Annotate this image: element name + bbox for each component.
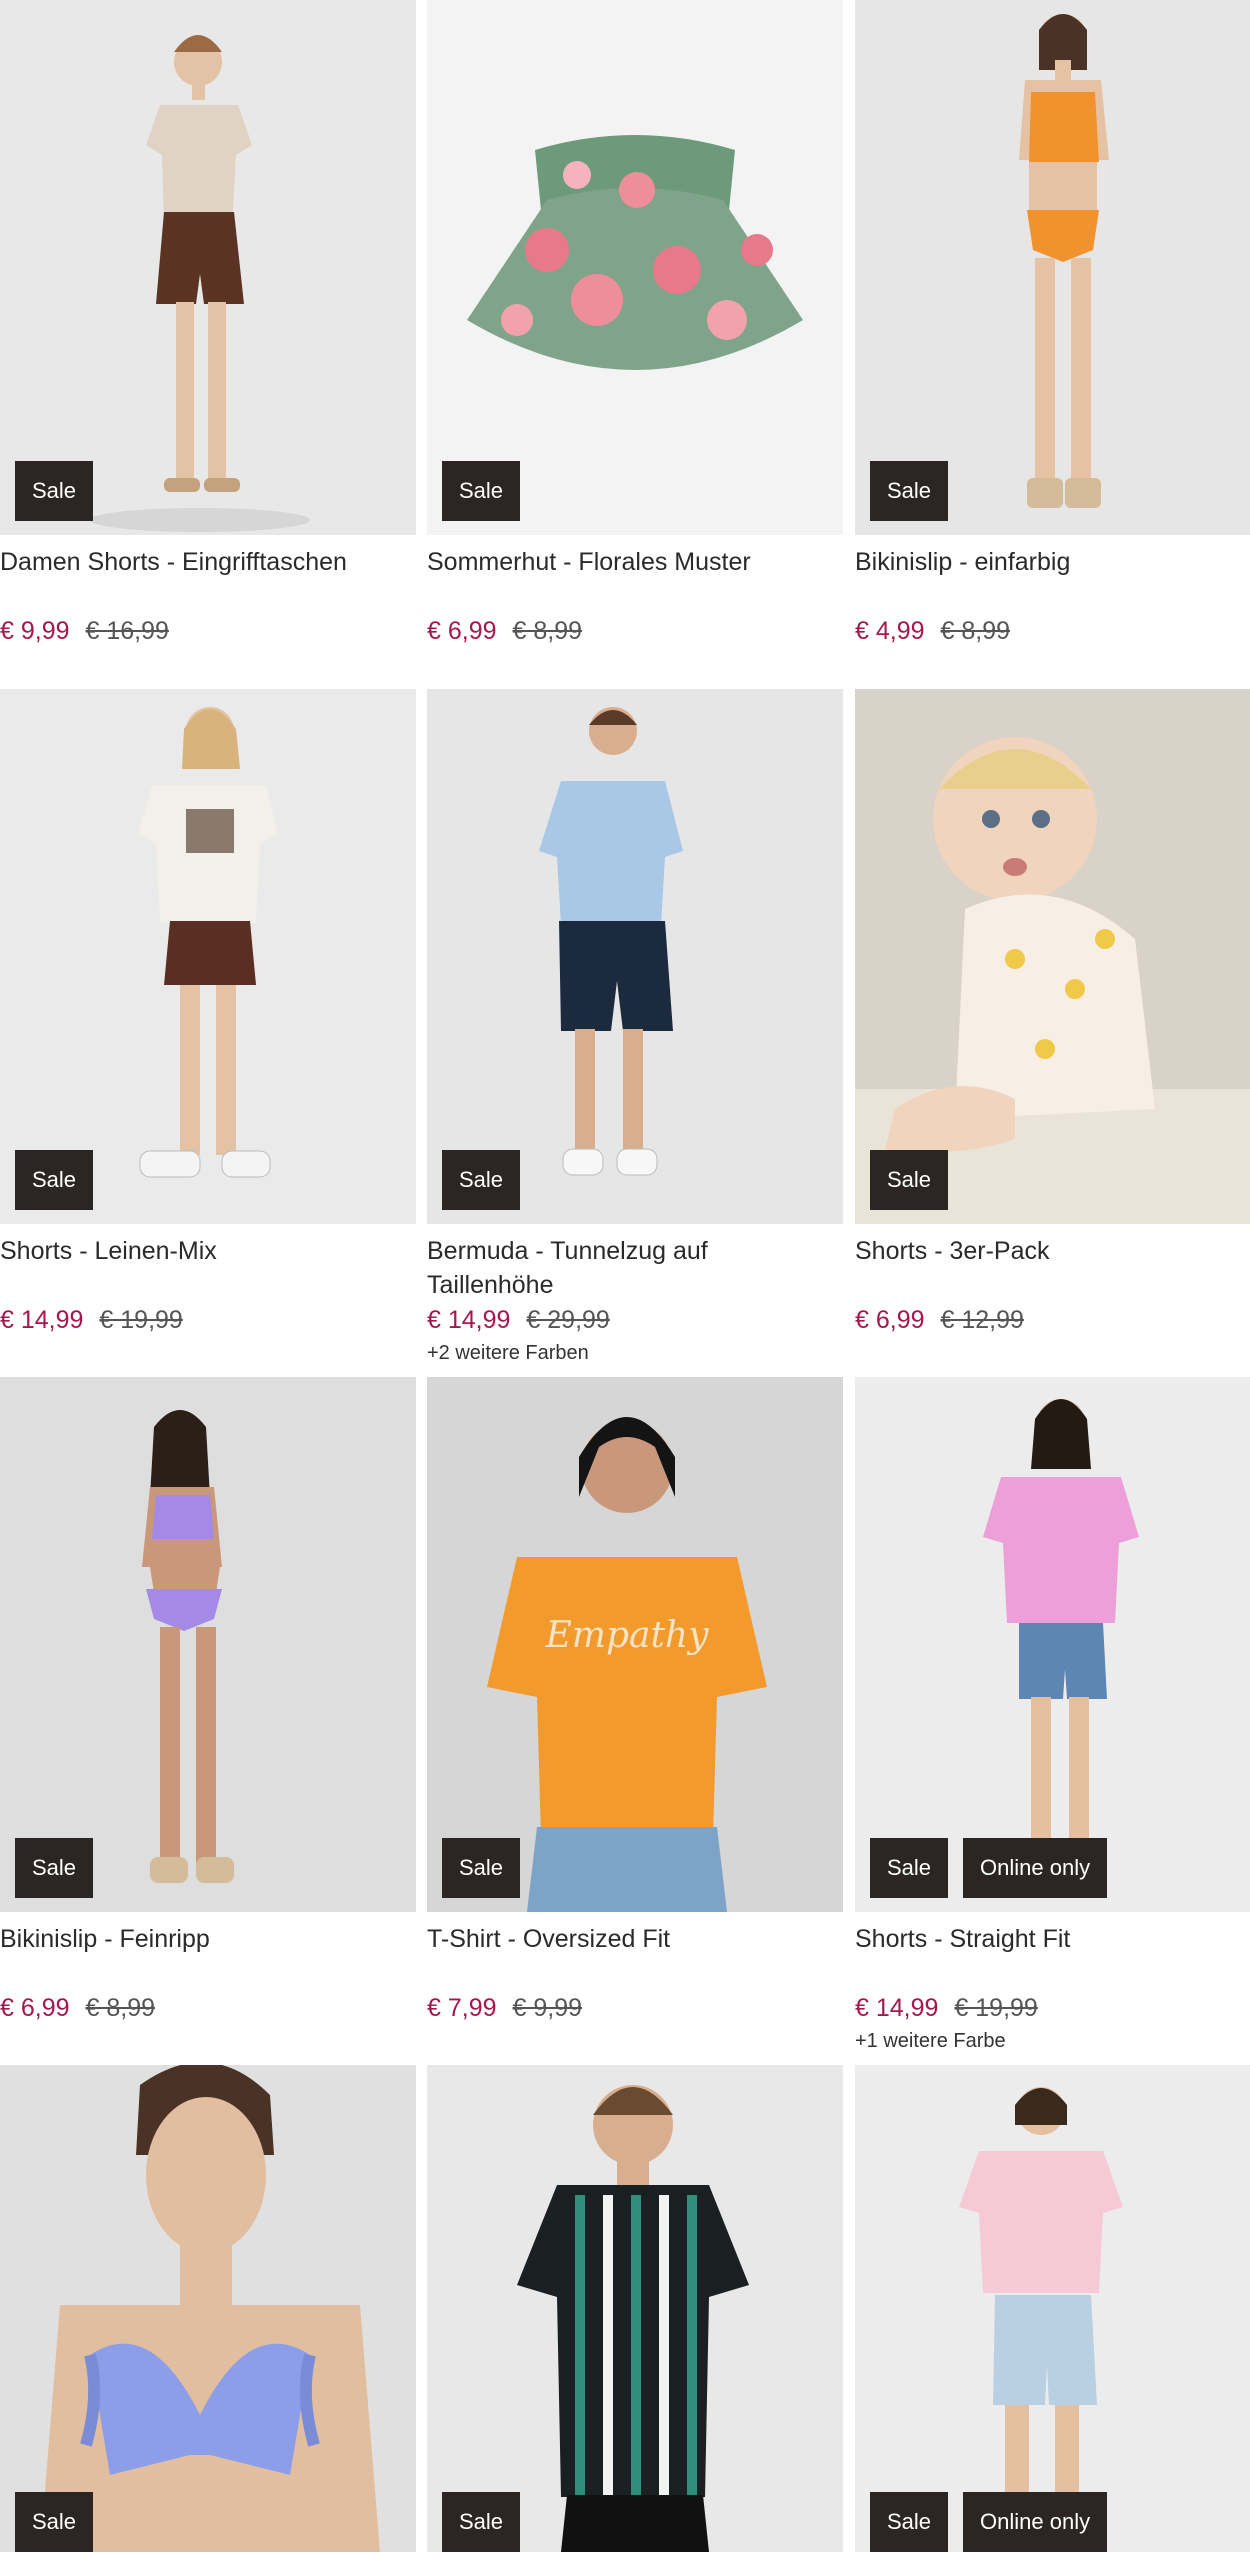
product-title[interactable]: T-Shirt - Oversized Fit — [427, 1922, 837, 1956]
online-only-badge: Online only — [963, 1838, 1108, 1898]
more-colors-link[interactable]: +2 weitere Farben — [427, 1340, 589, 1366]
product-image[interactable]: Sale — [855, 0, 1250, 535]
product-title[interactable]: Sommerhut - Florales Muster — [427, 545, 837, 579]
sale-badge: Sale — [870, 1150, 949, 1210]
sale-badge: Sale — [442, 1838, 521, 1898]
sale-badge: Sale — [15, 1838, 94, 1898]
sale-badge: Sale — [442, 1150, 521, 1210]
product-title[interactable]: Bikinislip - einfarbig — [855, 545, 1250, 579]
original-price: € 16,99 — [85, 617, 169, 645]
product-title[interactable]: Damen Shorts - Eingrifftaschen — [0, 545, 410, 579]
sale-badge: Sale — [870, 2492, 949, 2552]
sale-badge: Sale — [15, 1150, 94, 1210]
price-row: € 6,99 € 12,99 — [855, 1303, 1024, 1337]
price-row: € 14,99 € 29,99 — [427, 1303, 610, 1337]
current-price: € 7,99 — [427, 1994, 497, 2022]
price-row: € 9,99 € 16,99 — [0, 614, 169, 648]
price-row: € 6,99 € 8,99 — [0, 1991, 155, 2025]
original-price: € 19,99 — [954, 1994, 1038, 2022]
product-title[interactable]: Shorts - 3er-Pack — [855, 1234, 1250, 1268]
current-price: € 4,99 — [855, 617, 925, 645]
original-price: € 8,99 — [512, 617, 583, 645]
product-image[interactable]: Sale — [0, 689, 416, 1224]
product-image[interactable]: Sale — [427, 689, 843, 1224]
original-price: € 9,99 — [512, 1994, 583, 2022]
current-price: € 14,99 — [855, 1994, 939, 2022]
product-title[interactable]: Bikinislip - Feinripp — [0, 1922, 410, 1956]
product-image[interactable]: Empathy Sale — [427, 1377, 843, 1912]
current-price: € 6,99 — [855, 1306, 925, 1334]
product-image[interactable]: Sale — [427, 0, 843, 535]
current-price: € 14,99 — [427, 1306, 511, 1334]
sale-badge: Sale — [870, 461, 949, 521]
current-price: € 6,99 — [427, 617, 497, 645]
product-image[interactable]: Sale — [855, 689, 1250, 1224]
sale-badge: Sale — [15, 461, 94, 521]
product-title[interactable]: Bermuda - Tunnelzug auf Taillenhöhe — [427, 1234, 837, 1302]
sale-badge: Sale — [15, 2492, 94, 2552]
sale-badge: Sale — [442, 2492, 521, 2552]
product-image[interactable]: Sale — [0, 2065, 416, 2552]
product-image[interactable]: Sale Online only — [855, 2065, 1250, 2552]
sale-badge: Sale — [442, 461, 521, 521]
original-price: € 8,99 — [85, 1994, 156, 2022]
product-title[interactable]: Shorts - Leinen-Mix — [0, 1234, 410, 1268]
online-only-badge: Online only — [963, 2492, 1108, 2552]
price-row: € 14,99 € 19,99 — [0, 1303, 183, 1337]
sale-badge: Sale — [870, 1838, 949, 1898]
more-colors-link[interactable]: +1 weitere Farbe — [855, 2028, 1006, 2054]
current-price: € 6,99 — [0, 1994, 70, 2022]
price-row: € 14,99 € 19,99 — [855, 1991, 1038, 2025]
original-price: € 8,99 — [940, 617, 1011, 645]
current-price: € 14,99 — [0, 1306, 84, 1334]
price-row: € 6,99 € 8,99 — [427, 614, 582, 648]
current-price: € 9,99 — [0, 617, 70, 645]
product-image[interactable]: Sale — [427, 2065, 843, 2552]
original-price: € 19,99 — [99, 1306, 183, 1334]
product-title[interactable]: Shorts - Straight Fit — [855, 1922, 1250, 1956]
product-image[interactable]: Sale — [0, 1377, 416, 1912]
price-row: € 7,99 € 9,99 — [427, 1991, 582, 2025]
svg-text:Empathy: Empathy — [545, 1615, 710, 1656]
product-image[interactable]: Sale Online only — [855, 1377, 1250, 1912]
original-price: € 12,99 — [940, 1306, 1024, 1334]
product-image[interactable]: Sale — [0, 0, 416, 535]
original-price: € 29,99 — [526, 1306, 610, 1334]
price-row: € 4,99 € 8,99 — [855, 614, 1010, 648]
